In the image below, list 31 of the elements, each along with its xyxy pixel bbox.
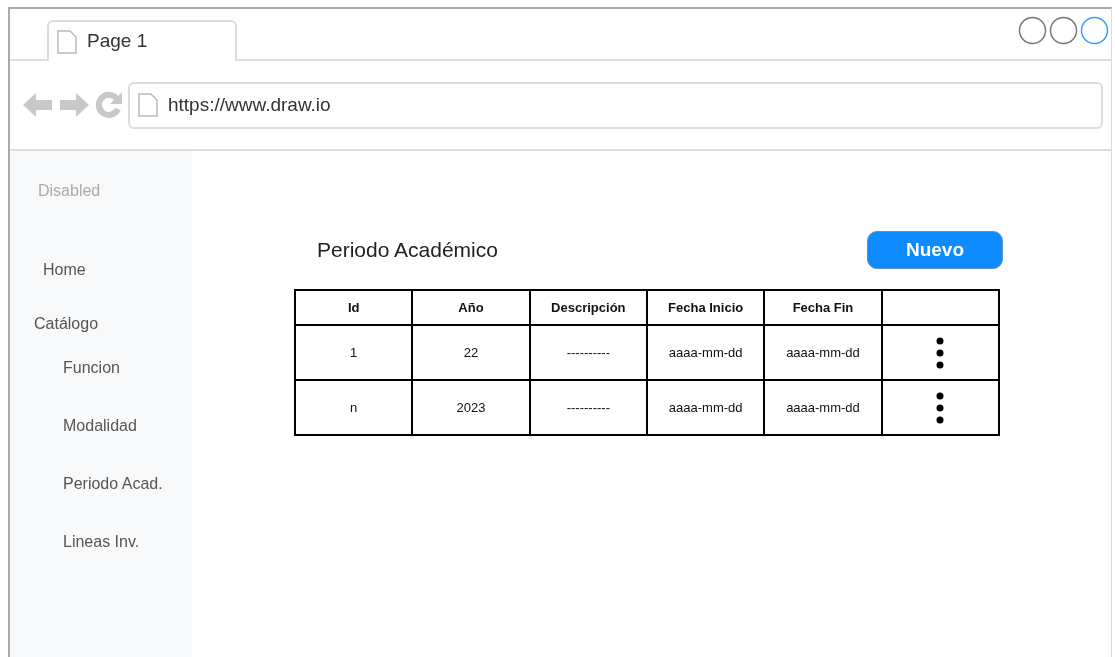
window-button-icon[interactable] bbox=[1049, 16, 1078, 45]
sidebar-subitem[interactable]: Periodo Acad. bbox=[63, 472, 192, 496]
sidebar-item[interactable]: Home bbox=[43, 258, 192, 282]
window-button-icon[interactable] bbox=[1080, 16, 1109, 45]
table-cell: aaaa-mm-dd bbox=[764, 325, 882, 380]
column-header: Descripción bbox=[529, 290, 647, 325]
table-cell: n bbox=[295, 380, 413, 435]
column-header: Id bbox=[295, 290, 413, 325]
browser-tab[interactable]: Page 1 bbox=[47, 20, 237, 61]
table-cell: 22 bbox=[412, 325, 530, 380]
table-cell: ---------- bbox=[529, 380, 647, 435]
sidebar-subitem[interactable]: Modalidad bbox=[63, 414, 192, 438]
column-header: Año bbox=[412, 290, 530, 325]
page-icon bbox=[138, 93, 158, 117]
more-options-icon[interactable] bbox=[936, 336, 945, 369]
more-options-icon[interactable] bbox=[936, 391, 945, 424]
page-title: Periodo Académico bbox=[317, 237, 498, 264]
sidebar-item[interactable]: Catálogo bbox=[34, 312, 192, 336]
column-header: Fecha Inicio bbox=[647, 290, 765, 325]
table-cell: 2023 bbox=[412, 380, 530, 435]
column-header: Fecha Fin bbox=[764, 290, 882, 325]
table-cell: aaaa-mm-dd bbox=[764, 380, 882, 435]
sidebar-subitem[interactable]: Lineas Inv. bbox=[63, 530, 192, 554]
window-button-icon[interactable] bbox=[1018, 16, 1047, 45]
table-cell: aaaa-mm-dd bbox=[647, 325, 765, 380]
table-cell: 1 bbox=[295, 325, 413, 380]
address-field[interactable]: https://www.draw.io bbox=[128, 81, 1103, 129]
table-cell: aaaa-mm-dd bbox=[647, 380, 765, 435]
page-icon bbox=[57, 29, 77, 54]
sidebar-subitem[interactable]: Funcion bbox=[63, 356, 192, 380]
table-cell: ---------- bbox=[529, 325, 647, 380]
